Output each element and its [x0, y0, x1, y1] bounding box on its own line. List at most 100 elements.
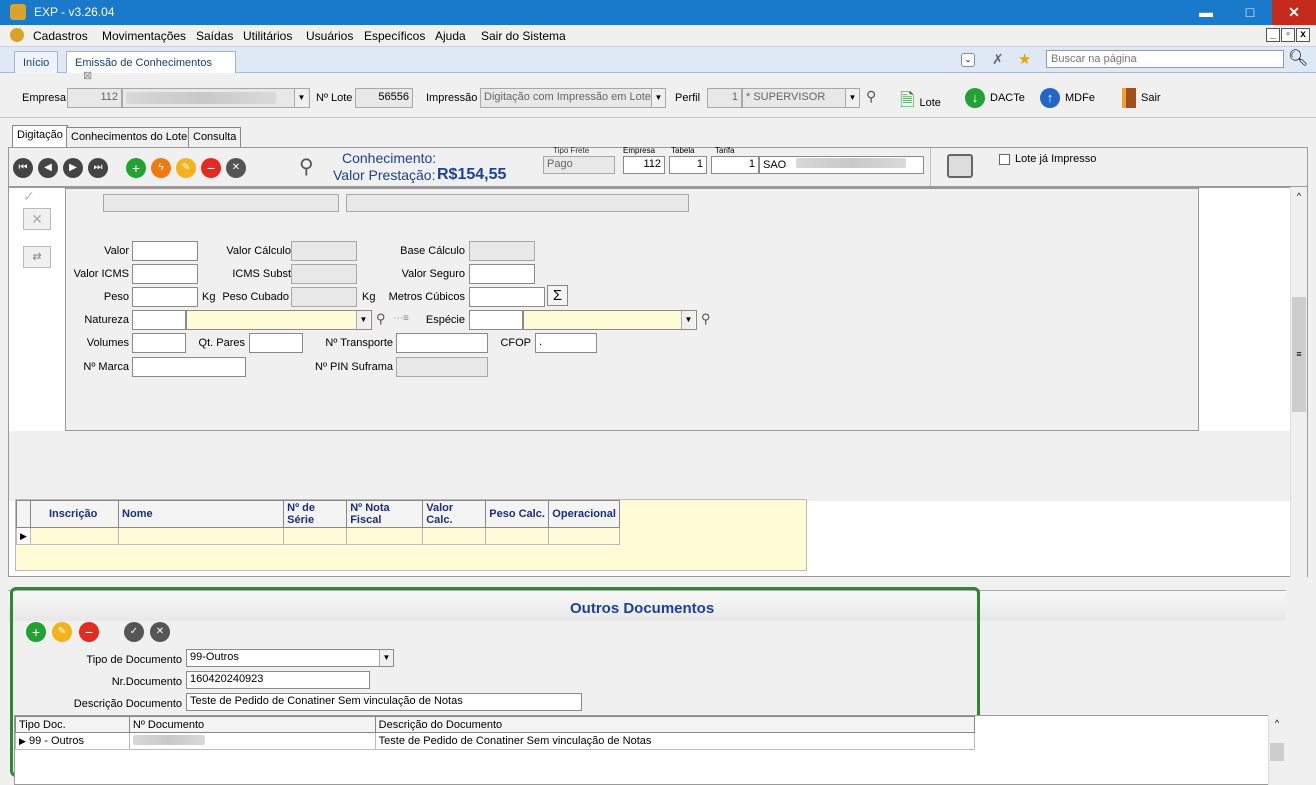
n-transporte-field[interactable]	[396, 333, 488, 353]
last-record-icon[interactable]: ⏭	[88, 158, 108, 178]
cell-tipo-doc[interactable]: ▶ 99 - Outros	[15, 732, 130, 750]
col-n-documento[interactable]: Nº Documento	[128, 716, 376, 733]
tab-emissao[interactable]: Emissão de Conhecimentos ⊠	[66, 51, 236, 82]
outros-scroll-thumb[interactable]	[1270, 743, 1284, 761]
col-descricao[interactable]: Descrição do Documento	[374, 716, 976, 733]
table-row[interactable]: ▶ 99 - Outros Teste de Pedido de Conatin…	[15, 732, 976, 750]
mdi-close-button[interactable]: x	[1296, 28, 1310, 42]
col-tipo-doc[interactable]: Tipo Doc.	[15, 716, 130, 733]
dacte-button[interactable]: ↓ DACTe	[965, 88, 1025, 108]
natureza-code-field[interactable]	[132, 310, 186, 330]
printer-icon[interactable]	[947, 154, 973, 178]
menu-usuarios[interactable]: Usuários	[306, 29, 353, 43]
outros-confirm-icon[interactable]: ✓	[124, 622, 144, 642]
cell-peso-calc[interactable]	[485, 527, 550, 545]
menu-especificos[interactable]: Específicos	[364, 29, 425, 43]
tipo-doc-dropdown-icon[interactable]: ▼	[379, 650, 393, 666]
menu-ajuda[interactable]: Ajuda	[435, 29, 466, 43]
search-input[interactable]	[1046, 50, 1284, 68]
menu-saidas[interactable]: Saídas	[196, 29, 233, 43]
outros-edit-icon[interactable]: ✎	[52, 622, 72, 642]
tab-inicio[interactable]: Início	[14, 51, 59, 73]
cell-nome[interactable]	[118, 527, 285, 545]
col-valor-calc[interactable]: Valor Calc.	[422, 500, 487, 528]
cancel-icon[interactable]: ✕	[226, 158, 246, 178]
delete-icon[interactable]: −	[201, 158, 221, 178]
col-nome[interactable]: Nome	[118, 500, 285, 528]
clear-icon[interactable]: ✕	[23, 208, 51, 230]
col-peso-calc[interactable]: Peso Calc.	[485, 500, 550, 528]
col-nota-fiscal[interactable]: Nº Nota Fiscal	[346, 500, 424, 528]
lote-button[interactable]: 🗎 Lote	[900, 88, 941, 118]
especie-dropdown-icon[interactable]: ▼	[681, 311, 695, 329]
tab-conhecimentos-lote[interactable]: Conhecimentos do Lote	[66, 127, 193, 147]
previous-record-icon[interactable]: ◀	[38, 158, 58, 178]
outros-scrollbar[interactable]: ^	[1268, 715, 1285, 785]
col-serie[interactable]: Nº de Série	[283, 500, 348, 528]
add-icon[interactable]: +	[126, 158, 146, 178]
valor-icms-field[interactable]	[132, 264, 198, 284]
valor-seguro-field[interactable]	[469, 264, 535, 284]
perfil-search-icon[interactable]: ⚲	[866, 88, 876, 105]
perfil-code-field[interactable]: 1	[707, 88, 742, 108]
n-marca-field[interactable]	[132, 357, 246, 377]
app-menu-icon[interactable]	[10, 28, 24, 42]
outros-scroll-up-icon[interactable]: ^	[1269, 718, 1285, 728]
favorite-star-icon[interactable]: ★	[1018, 50, 1031, 68]
nr-doc-field[interactable]: 160420240923	[186, 671, 370, 689]
next-record-icon[interactable]: ▶	[63, 158, 83, 178]
minimize-button[interactable]: ▬	[1184, 0, 1228, 25]
cell-operacional[interactable]	[548, 527, 620, 545]
metros-cubicos-field[interactable]	[469, 287, 545, 307]
col-operacional[interactable]: Operacional	[548, 500, 620, 528]
mdi-restore-button[interactable]: ▫	[1281, 28, 1295, 42]
mdi-minimize-button[interactable]: _	[1266, 28, 1280, 42]
desc-doc-field[interactable]: Teste de Pedido de Conatiner Sem vincula…	[186, 693, 582, 711]
scroll-thumb[interactable]: ≡	[1292, 297, 1306, 412]
sum-button[interactable]: Σ	[547, 285, 568, 306]
especie-code-field[interactable]	[469, 310, 523, 330]
cell-descricao[interactable]: Teste de Pedido de Conatiner Sem vincula…	[374, 732, 976, 750]
empresa-dropdown-icon[interactable]: ▼	[294, 89, 308, 107]
sair-button[interactable]: Sair	[1122, 88, 1161, 108]
search-icon[interactable]: 🔍︎	[1288, 48, 1308, 68]
approve-icon[interactable]: ✓	[23, 188, 51, 204]
peso-field[interactable]	[132, 287, 198, 307]
impressao-select[interactable]: Digitação com Impressão em Lote	[480, 88, 666, 108]
tab-consulta[interactable]: Consulta	[188, 127, 242, 147]
table-row[interactable]: ▶	[16, 527, 620, 545]
outros-add-icon[interactable]: +	[26, 622, 46, 642]
col-inscricao[interactable]: Inscrição	[29, 500, 120, 528]
sort-icon[interactable]: ⇄	[23, 246, 51, 268]
menu-movimentacoes[interactable]: Movimentações	[102, 29, 186, 43]
natureza-select[interactable]	[186, 310, 372, 330]
empresa-code-field[interactable]: 112	[67, 88, 122, 108]
mdfe-button[interactable]: ↑ MDFe	[1040, 88, 1095, 108]
cell-serie[interactable]	[283, 527, 348, 545]
cell-inscricao[interactable]	[29, 527, 120, 545]
especie-select[interactable]	[523, 310, 697, 330]
close-button[interactable]: ✕	[1272, 0, 1316, 25]
flash-icon[interactable]: ϟ	[151, 158, 171, 178]
search-record-icon[interactable]: ⚲	[299, 154, 314, 179]
list-icon[interactable]: ⋯≡	[393, 313, 409, 324]
natureza-search-icon[interactable]: ⚲	[376, 311, 386, 327]
outros-delete-icon[interactable]: −	[79, 622, 99, 642]
panel-scrollbar[interactable]: ^ ≡	[1290, 187, 1307, 577]
favorites-dropdown-icon[interactable]: ⌄	[961, 53, 975, 67]
cell-nota-fiscal[interactable]	[346, 527, 424, 545]
lote-field[interactable]: 56556	[355, 88, 413, 108]
cell-n-documento[interactable]	[128, 732, 376, 750]
tipo-doc-select[interactable]: 99-Outros	[186, 649, 394, 667]
volumes-field[interactable]	[132, 333, 186, 353]
empresa-name-field[interactable]	[122, 88, 310, 108]
perfil-select[interactable]: * SUPERVISOR	[742, 88, 860, 108]
impressao-dropdown-icon[interactable]: ▼	[651, 89, 665, 107]
valor-field[interactable]	[132, 241, 198, 261]
cell-valor-calc[interactable]	[422, 527, 487, 545]
perfil-dropdown-icon[interactable]: ▼	[845, 89, 859, 107]
menu-cadastros[interactable]: Cadastros	[33, 29, 88, 43]
outros-cancel-icon[interactable]: ✕	[150, 622, 170, 642]
natureza-dropdown-icon[interactable]: ▼	[356, 311, 370, 329]
first-record-icon[interactable]: ⏮	[13, 158, 33, 178]
